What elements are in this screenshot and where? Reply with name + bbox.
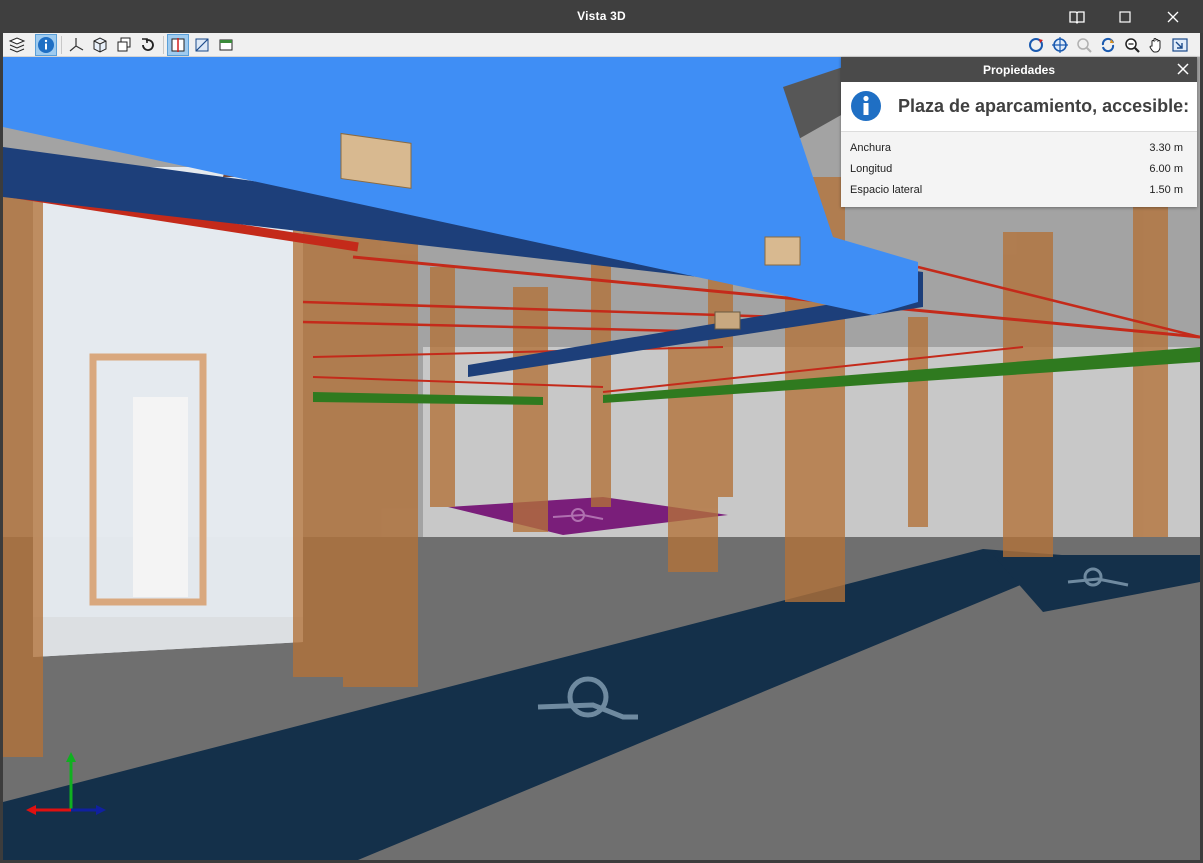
close-icon[interactable] — [1150, 0, 1196, 33]
rotate-reset-icon[interactable] — [137, 34, 159, 56]
info-icon — [850, 90, 882, 122]
zoom-window-icon[interactable] — [1121, 34, 1143, 56]
element-header: Plaza de aparcamiento, accesible: — [841, 82, 1197, 132]
window-title: Vista 3D — [577, 9, 626, 23]
air-grille — [714, 311, 741, 330]
property-key: Anchura — [850, 142, 891, 154]
properties-list: Anchura 3.30 m Longitud 6.00 m Espacio l… — [841, 132, 1197, 207]
info-icon[interactable] — [35, 34, 57, 56]
fit-window-icon[interactable] — [1169, 34, 1191, 56]
property-value: 1.50 m — [1149, 184, 1183, 196]
property-key: Espacio lateral — [850, 184, 923, 196]
close-icon[interactable] — [1175, 61, 1191, 77]
door-opening — [133, 397, 188, 597]
property-value: 6.00 m — [1149, 163, 1183, 175]
air-grille — [764, 236, 801, 266]
orbit-icon[interactable] — [1025, 34, 1047, 56]
maximize-icon[interactable] — [1102, 0, 1148, 33]
toolbar — [3, 33, 1200, 57]
section-icon[interactable] — [167, 34, 189, 56]
property-row: Anchura 3.30 m — [841, 138, 1197, 159]
multi-view-icon[interactable] — [113, 34, 135, 56]
property-value: 3.30 m — [1149, 142, 1183, 154]
property-row: Espacio lateral 1.50 m — [841, 180, 1197, 201]
pan-hand-icon[interactable] — [1145, 34, 1167, 56]
air-grille — [340, 132, 412, 189]
refresh-icon[interactable] — [1097, 34, 1119, 56]
property-row: Longitud 6.00 m — [841, 159, 1197, 180]
element-name: Plaza de aparcamiento, accesible: — [898, 96, 1190, 116]
axis-triad — [26, 752, 106, 815]
floor-plan-icon[interactable] — [215, 34, 237, 56]
axes-icon[interactable] — [65, 34, 87, 56]
zoom-previous-icon[interactable] — [1073, 34, 1095, 56]
column — [3, 157, 43, 757]
layers-icon[interactable] — [6, 34, 28, 56]
title-bar: Vista 3D — [0, 0, 1203, 33]
clip-plane-icon[interactable] — [191, 34, 213, 56]
properties-panel: Propiedades Plaza de aparcamiento, acces… — [841, 57, 1197, 207]
cube-view-icon[interactable] — [89, 34, 111, 56]
property-key: Longitud — [850, 163, 893, 175]
properties-title: Propiedades — [982, 63, 1056, 77]
book-icon[interactable] — [1054, 0, 1100, 33]
properties-header: Propiedades — [841, 57, 1197, 82]
zoom-extents-icon[interactable] — [1049, 34, 1071, 56]
